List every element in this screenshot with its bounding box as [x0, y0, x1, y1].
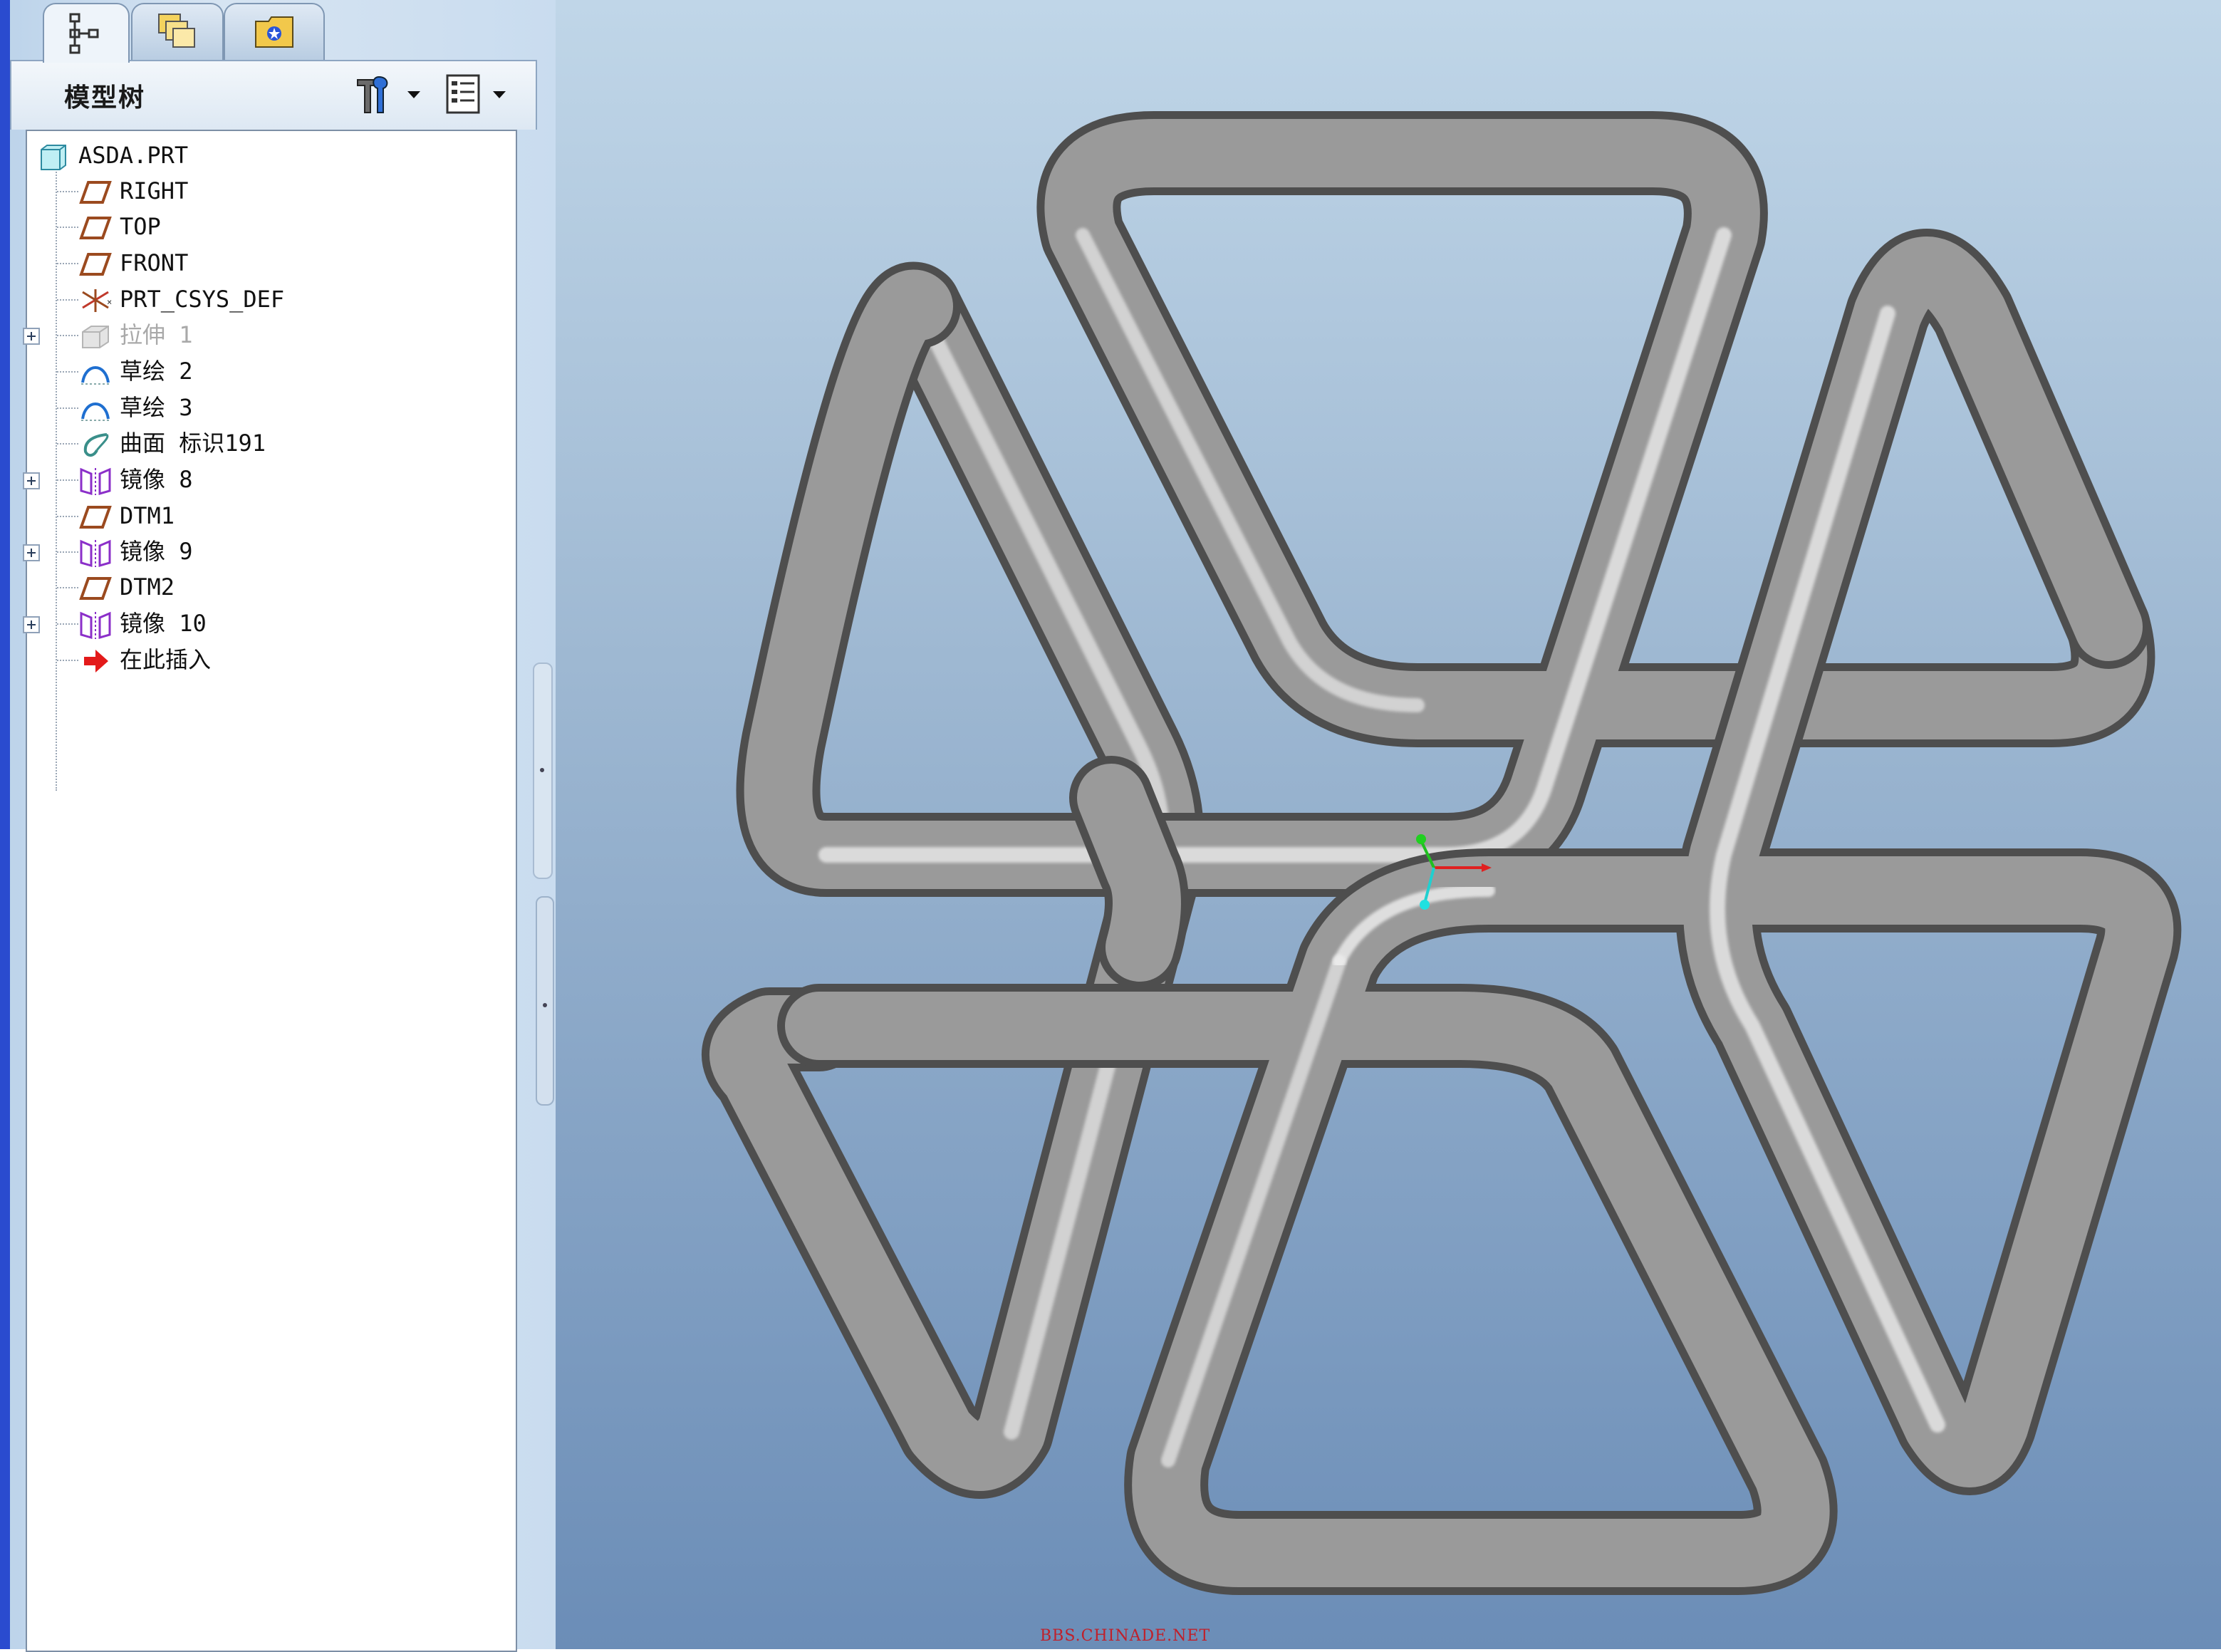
- panel-sash[interactable]: [533, 663, 553, 879]
- tree-item-dtm2[interactable]: DTM2: [27, 570, 511, 604]
- tree-item-surface[interactable]: 曲面 标识191: [27, 426, 511, 460]
- tree-settings-button[interactable]: [352, 73, 430, 115]
- tree-item-label: DTM2: [120, 573, 175, 601]
- expand-toggle-icon[interactable]: [23, 472, 40, 489]
- tree-item-label: 草绘 3: [120, 394, 193, 421]
- tree-item-label: 草绘 2: [120, 358, 193, 385]
- model-tree-title: 模型树: [64, 83, 146, 113]
- mirror-icon: [80, 539, 111, 567]
- navigator-tabs: [10, 0, 551, 63]
- tree-item-front-plane[interactable]: FRONT: [27, 246, 511, 280]
- tree-columns-icon: [446, 74, 506, 114]
- tree-item-label: 镜像 10: [120, 610, 207, 637]
- tree-item-insert-here[interactable]: 在此插入: [27, 643, 511, 677]
- tree-connector: [57, 371, 78, 373]
- part-icon: [41, 145, 66, 170]
- tree-item-right-plane[interactable]: RIGHT: [27, 174, 511, 208]
- watermark-text: BBS.CHINADE.NET: [1040, 1627, 1211, 1645]
- tree-item-label: ASDA.PRT: [78, 142, 189, 169]
- expand-toggle-icon[interactable]: [23, 616, 40, 633]
- sash-grip-icon: [543, 1003, 547, 1007]
- tools-icon: [357, 76, 420, 113]
- tree-connector: [57, 335, 78, 336]
- tree-item-mirror-8[interactable]: 镜像 8: [23, 462, 511, 497]
- datum-plane-icon: [79, 217, 112, 239]
- tree-show-button[interactable]: [443, 73, 521, 115]
- tree-item-label: TOP: [120, 213, 161, 240]
- tree-connector: [57, 623, 78, 625]
- svg-text:×: ×: [107, 297, 112, 307]
- tree-connector: [57, 516, 78, 517]
- tree-connector: [57, 191, 78, 192]
- tree-connector: [57, 299, 78, 301]
- favorites-tab[interactable]: [224, 3, 325, 60]
- tree-item-sketch-3[interactable]: 草绘 3: [27, 390, 511, 425]
- tree-item-label: DTM1: [120, 502, 175, 529]
- tree-connector: [57, 587, 78, 588]
- tree-connector: [57, 479, 78, 481]
- tree-item-label: RIGHT: [120, 177, 189, 204]
- tree-item-label: 曲面 标识191: [120, 430, 266, 457]
- datum-plane-icon: [79, 577, 112, 600]
- tree-connector: [57, 263, 78, 264]
- datum-plane-icon: [79, 181, 112, 204]
- tube-crossing: [1069, 756, 1189, 989]
- coordinate-system-icon: ×: [82, 289, 112, 312]
- model-tree-tab-icon: [69, 13, 99, 54]
- tree-item-part[interactable]: ASDA.PRT: [27, 138, 511, 172]
- expand-toggle-icon[interactable]: [23, 328, 40, 345]
- sketch-icon: [81, 402, 110, 421]
- window-edge: [0, 0, 10, 1649]
- mirror-icon: [80, 611, 111, 639]
- layers-tab-icon: [158, 14, 195, 48]
- datum-plane-icon: [79, 253, 112, 276]
- tree-item-sketch-2[interactable]: 草绘 2: [27, 354, 511, 388]
- favorites-folder-tab-icon: [255, 16, 293, 48]
- model-tree: ASDA.PRT RIGHT TOP FRONT × PRT_CSYS_DEF …: [23, 130, 517, 1652]
- insert-here-arrow-icon: [84, 650, 108, 672]
- panel-sash[interactable]: [536, 896, 554, 1106]
- model-tree-tab[interactable]: [43, 3, 130, 63]
- tree-item-csys[interactable]: × PRT_CSYS_DEF: [27, 282, 511, 316]
- tree-item-label: FRONT: [120, 249, 189, 276]
- graphics-window[interactable]: BBS.CHINADE.NET: [556, 0, 2221, 1649]
- tree-connector: [57, 407, 78, 409]
- expand-toggle-icon[interactable]: [23, 544, 40, 561]
- tree-item-label: 镜像 9: [120, 538, 193, 565]
- sketch-icon: [81, 366, 110, 385]
- tree-connector: [57, 443, 78, 445]
- datum-plane-icon: [79, 506, 112, 529]
- tree-item-dtm1[interactable]: DTM1: [27, 499, 511, 533]
- tree-item-top-plane[interactable]: TOP: [27, 209, 511, 244]
- tree-item-extrude-1[interactable]: 拉伸 1: [23, 318, 511, 352]
- sash-grip-icon: [540, 768, 544, 772]
- tree-item-label: 在此插入: [120, 646, 212, 673]
- tube-knot-model[interactable]: [556, 0, 2221, 1649]
- tree-connector: [57, 551, 78, 553]
- tree-item-label: 镜像 8: [120, 466, 193, 493]
- mirror-icon: [80, 467, 111, 495]
- tree-item-label: PRT_CSYS_DEF: [120, 286, 285, 313]
- extrude-icon: [82, 326, 109, 348]
- navigator-panel: 模型树 ASDA.PRT RIGHT TOP FRONT × PRT_CSYS_…: [0, 0, 556, 1652]
- surface-icon: [83, 433, 109, 457]
- tree-item-label: 拉伸 1: [120, 321, 193, 348]
- tree-item-mirror-10[interactable]: 镜像 10: [23, 606, 511, 640]
- model-tree-header: 模型树: [10, 60, 537, 130]
- layers-tab[interactable]: [131, 3, 224, 60]
- tree-item-mirror-9[interactable]: 镜像 9: [23, 534, 511, 568]
- tree-connector: [57, 227, 78, 228]
- tree-connector: [57, 660, 78, 661]
